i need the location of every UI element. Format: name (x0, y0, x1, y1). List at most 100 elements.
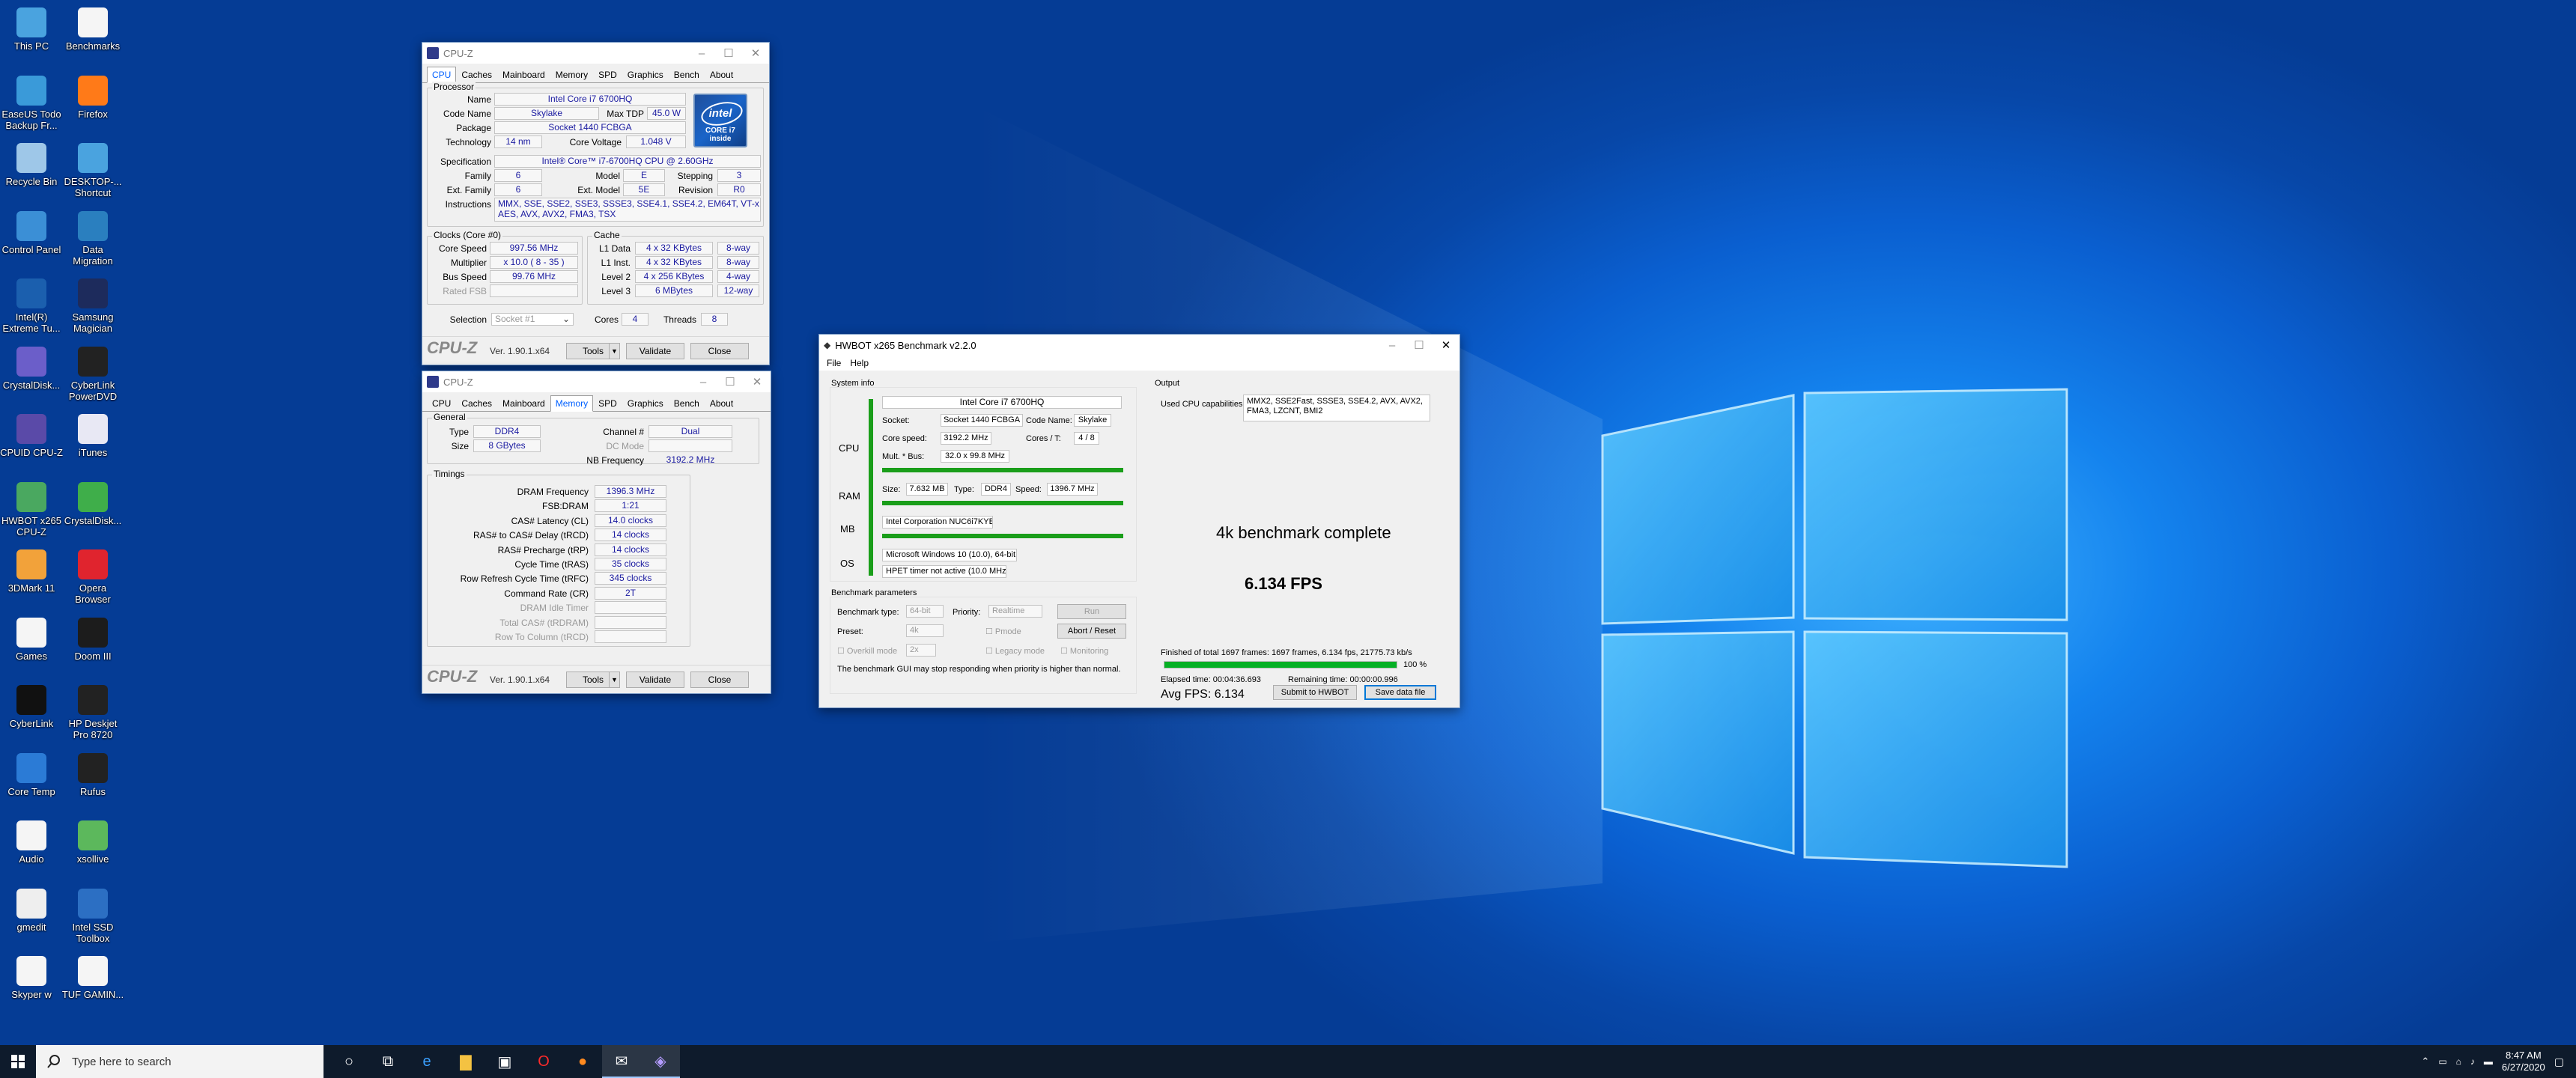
desktop-icon[interactable]: Samsung Magician (61, 275, 124, 340)
desktop-icon[interactable]: Benchmarks (61, 4, 124, 69)
desktop-icon[interactable]: Rufus (61, 750, 124, 814)
speaker-icon[interactable]: ♪ (2470, 1056, 2475, 1067)
tab-mainboard[interactable]: Mainboard (497, 395, 550, 411)
desktop-icon[interactable]: Skyper w (0, 953, 63, 1017)
close-icon[interactable]: ✕ (742, 43, 769, 64)
desktop-icon[interactable]: iTunes (61, 411, 124, 475)
battery-icon[interactable]: ▬ (2484, 1056, 2493, 1067)
tab-cpu[interactable]: CPU (427, 395, 456, 411)
maximize-icon[interactable]: ☐ (717, 371, 744, 392)
monitoring-checkbox[interactable]: ☐ Monitoring (1060, 646, 1108, 657)
edge-icon[interactable]: e (407, 1045, 446, 1078)
tab-memory[interactable]: Memory (550, 395, 594, 412)
pmode-checkbox[interactable]: ☐ Pmode (985, 627, 1021, 637)
start-button[interactable] (0, 1045, 36, 1078)
cpuz-cpu-titlebar[interactable]: CPU-Z – ☐ ✕ (422, 43, 769, 64)
desktop-icon[interactable]: xsollive (61, 817, 124, 882)
abort-reset-button[interactable]: Abort / Reset (1057, 624, 1126, 639)
tab-graphics[interactable]: Graphics (622, 395, 669, 411)
desktop-icon[interactable]: Firefox (61, 73, 124, 137)
tools-button[interactable]: Tools ▼ (566, 672, 620, 688)
maximize-icon[interactable]: ☐ (715, 43, 742, 64)
file-explorer-icon[interactable]: ▇ (446, 1045, 485, 1078)
desktop-icon[interactable]: DESKTOP-... Shortcut (61, 140, 124, 204)
desktop-icon[interactable]: gmedit (0, 886, 63, 950)
tab-memory[interactable]: Memory (550, 67, 593, 82)
desktop-icon[interactable]: HWBOT x265 CPU-Z (0, 479, 63, 543)
close-button[interactable]: Close (690, 672, 749, 688)
opera-icon[interactable]: O (524, 1045, 563, 1078)
task-view-icon[interactable]: ⧉ (368, 1045, 407, 1078)
minimize-icon[interactable]: – (690, 371, 717, 392)
cpuz-memory-titlebar[interactable]: CPU-Z – ☐ ✕ (422, 371, 771, 392)
close-icon[interactable]: ✕ (744, 371, 771, 392)
tab-caches[interactable]: Caches (456, 395, 497, 411)
store-icon[interactable]: ▣ (485, 1045, 524, 1078)
run-button[interactable]: Run (1057, 604, 1126, 619)
desktop-icon[interactable]: 3DMark 11 (0, 546, 63, 611)
desktop-icon[interactable]: CyberLink (0, 682, 63, 746)
submit-hwbot-button[interactable]: Submit to HWBOT (1273, 685, 1357, 700)
cpuz-icon[interactable]: ◈ (641, 1045, 680, 1078)
tab-cpu[interactable]: CPU (427, 67, 457, 83)
desktop-icon[interactable]: HP Deskjet Pro 8720 (61, 682, 124, 746)
validate-button[interactable]: Validate (626, 672, 684, 688)
tab-caches[interactable]: Caches (456, 67, 497, 82)
desktop-icon[interactable]: Recycle Bin (0, 140, 63, 204)
tab-about[interactable]: About (705, 67, 738, 82)
cpuz-cpu-window[interactable]: CPU-Z – ☐ ✕ CPU Caches Mainboard Memory SPD Gra… (422, 42, 770, 365)
tab-bench[interactable]: Bench (669, 395, 705, 411)
close-icon[interactable]: ✕ (1433, 335, 1459, 356)
desktop-icon[interactable]: CPUID CPU-Z (0, 411, 63, 475)
priority-select[interactable]: Realtime (988, 605, 1042, 618)
tab-mainboard[interactable]: Mainboard (497, 67, 550, 82)
hwbot-titlebar[interactable]: ◆ HWBOT x265 Benchmark v2.2.0 – ☐ ✕ (819, 335, 1459, 356)
clock[interactable]: 8:47 AM 6/27/2020 (2502, 1050, 2545, 1074)
desktop-icon[interactable]: CrystalDisk... (61, 479, 124, 543)
network-icon[interactable]: ⌂ (2456, 1056, 2461, 1067)
desktop-icon[interactable]: Data Migration (61, 208, 124, 272)
mail-icon[interactable]: ✉ (602, 1045, 641, 1078)
desktop-icon[interactable]: Opera Browser (61, 546, 124, 611)
cortana-icon[interactable]: ○ (329, 1045, 368, 1078)
preset-select[interactable]: 4k (906, 624, 944, 637)
desktop-icon[interactable]: CyberLink PowerDVD (61, 344, 124, 408)
minimize-icon[interactable]: – (1379, 335, 1406, 356)
save-data-file-button[interactable]: Save data file (1364, 685, 1436, 700)
desktop-icon[interactable]: EaseUS Todo Backup Fr... (0, 73, 63, 137)
desktop-icon[interactable]: Doom III (61, 615, 124, 679)
chevron-up-icon[interactable]: ⌃ (2421, 1056, 2429, 1068)
tab-spd[interactable]: SPD (593, 395, 622, 411)
desktop-icon[interactable]: Core Temp (0, 750, 63, 814)
notification-icon[interactable]: ▢ (2554, 1056, 2564, 1068)
desktop-icon[interactable]: Intel SSD Toolbox (61, 886, 124, 950)
close-button[interactable]: Close (690, 343, 749, 359)
desktop-icon[interactable]: This PC (0, 4, 63, 69)
overkill-select[interactable]: 2x (906, 644, 936, 657)
desktop-icon[interactable]: CrystalDisk... (0, 344, 63, 408)
bench-type-select[interactable]: 64-bit (906, 605, 944, 618)
cpuz-memory-window[interactable]: CPU-Z – ☐ ✕ CPU Caches Mainboard Memory SPD Gra… (422, 371, 771, 694)
socket-select[interactable]: Socket #1 ⌄ (491, 313, 574, 326)
overkill-checkbox[interactable]: ☐ Overkill mode (837, 646, 897, 657)
tools-button[interactable]: Tools ▼ (566, 343, 620, 359)
firefox-icon[interactable]: ● (563, 1045, 602, 1078)
desktop-icon[interactable]: TUF GAMIN... (61, 953, 124, 1017)
maximize-icon[interactable]: ☐ (1406, 335, 1433, 356)
tab-spd[interactable]: SPD (593, 67, 622, 82)
search-box[interactable]: Type here to search (36, 1045, 323, 1078)
tab-graphics[interactable]: Graphics (622, 67, 669, 82)
tab-about[interactable]: About (705, 395, 738, 411)
desktop-icon[interactable]: Intel(R) Extreme Tu... (0, 275, 63, 340)
desktop-icon[interactable]: Games (0, 615, 63, 679)
hwbot-window[interactable]: ◆ HWBOT x265 Benchmark v2.2.0 – ☐ ✕ File H… (818, 334, 1460, 708)
tab-bench[interactable]: Bench (669, 67, 705, 82)
legacy-checkbox[interactable]: ☐ Legacy mode (985, 646, 1045, 657)
menu-file[interactable]: File (822, 358, 845, 368)
minimize-icon[interactable]: – (688, 43, 715, 64)
validate-button[interactable]: Validate (626, 343, 684, 359)
device-icon[interactable]: ▭ (2438, 1056, 2446, 1067)
desktop-icon[interactable]: Control Panel (0, 208, 63, 272)
desktop-icon[interactable]: Audio (0, 817, 63, 882)
menu-help[interactable]: Help (845, 358, 873, 368)
